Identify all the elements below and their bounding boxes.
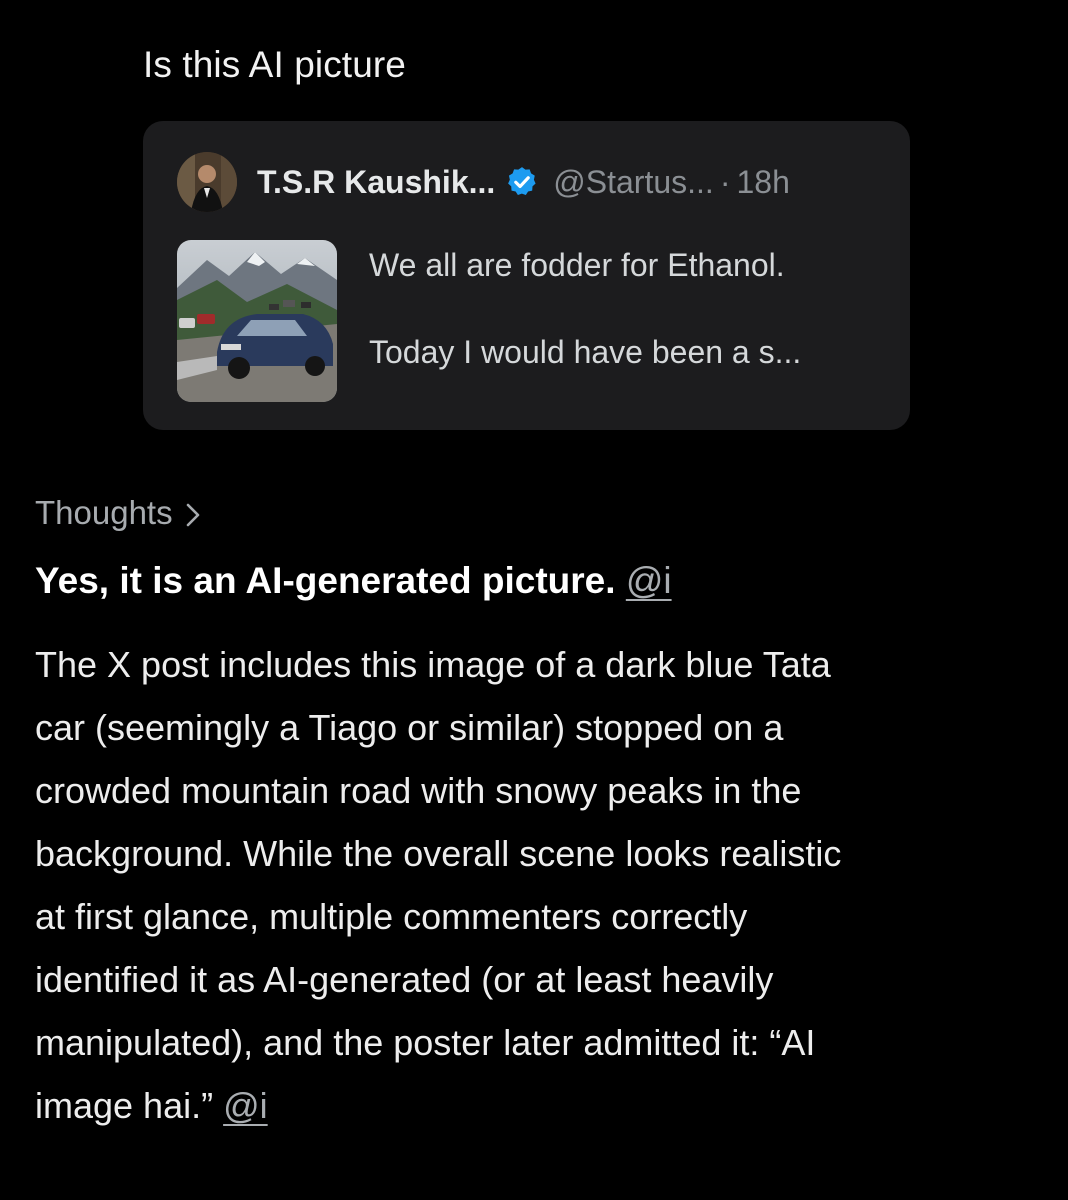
answer-line: car (seemingly a Tiago or similar) stopp… <box>35 707 784 748</box>
user-prompt: Is this AI picture <box>143 44 406 85</box>
quoted-post-card[interactable]: T.S.R Kaushik... @Startus... · 18h We al… <box>143 121 910 430</box>
answer-headline-text: Yes, it is an AI-generated picture. <box>35 560 616 601</box>
answer-line: identified it as AI-generated (or at lea… <box>35 959 774 1000</box>
answer-headline: Yes, it is an AI-generated picture. @i <box>35 560 672 602</box>
chevron-right-icon <box>183 499 203 527</box>
thoughts-toggle[interactable]: Thoughts <box>35 494 203 532</box>
author-handle: @Startus... <box>553 163 714 200</box>
answer-line: manipulated), and the poster later admit… <box>35 1022 816 1063</box>
author-name[interactable]: T.S.R Kaushik... <box>257 164 495 201</box>
author-avatar[interactable] <box>177 152 237 212</box>
answer-body: The X post includes this image of a dark… <box>35 633 1035 1137</box>
answer-line: The X post includes this image of a dark… <box>35 644 831 685</box>
post-snippet-line-1: We all are fodder for Ethanol. <box>369 247 785 283</box>
meta-separator: · <box>719 163 731 200</box>
post-image-thumbnail[interactable] <box>177 240 337 402</box>
post-timestamp: 18h <box>736 163 790 200</box>
answer-line-last: image hai.” @i <box>35 1074 1035 1137</box>
citation-link[interactable]: @i <box>223 1085 268 1126</box>
answer-line: background. While the overall scene look… <box>35 833 842 874</box>
verified-badge-icon <box>505 165 539 199</box>
answer-line: at first glance, multiple commenters cor… <box>35 896 748 937</box>
quoted-post-header: T.S.R Kaushik... @Startus... · 18h <box>257 159 790 205</box>
answer-line-text: image hai.” <box>35 1085 214 1126</box>
thoughts-label: Thoughts <box>35 494 173 531</box>
answer-line: crowded mountain road with snowy peaks i… <box>35 770 802 811</box>
post-snippet-line-2: Today I would have been a s... <box>369 334 802 370</box>
citation-link[interactable]: @i <box>626 560 672 601</box>
